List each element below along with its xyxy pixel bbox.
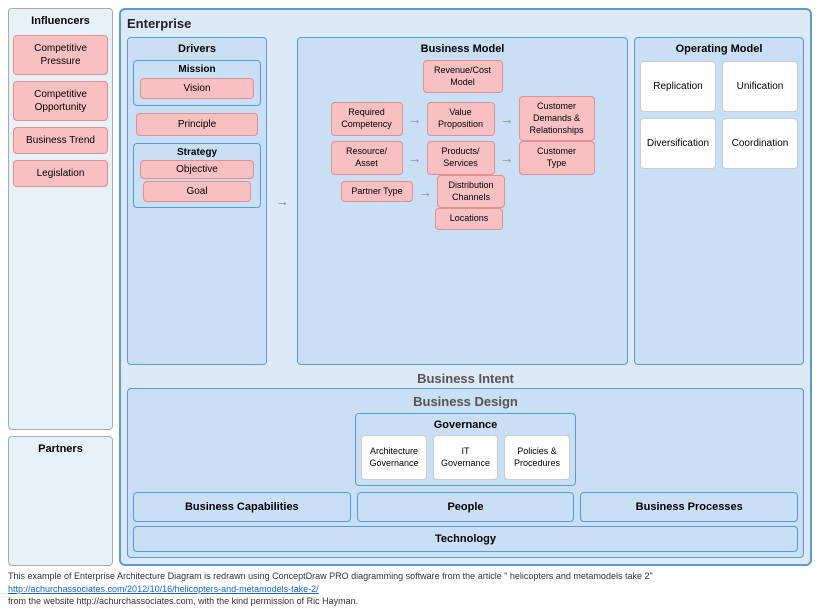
enterprise-box: Enterprise Drivers Mission Vision Princi…: [119, 8, 812, 566]
drivers-title: Drivers: [133, 43, 261, 55]
technology-bar: Technology: [133, 526, 798, 552]
governance-area: Governance ArchitectureGovernance IT Gov…: [133, 413, 798, 486]
om-coordination: Coordination: [722, 118, 798, 169]
bm-layout: Revenue/CostModel RequiredCompetency → V…: [303, 60, 622, 376]
people: People: [357, 492, 575, 522]
business-model-column: Business Model Revenue/CostModel Require…: [297, 37, 628, 365]
left-panel: Influencers CompetitivePressure Competit…: [8, 8, 113, 566]
strategy-section: Strategy Objective Goal: [133, 143, 261, 208]
om-replication: Replication: [640, 61, 716, 112]
business-processes: Business Processes: [580, 492, 798, 522]
objective-box: Objective: [140, 160, 254, 179]
main-wrapper: Influencers CompetitivePressure Competit…: [0, 0, 820, 616]
business-capabilities: Business Capabilities: [133, 492, 351, 522]
arrow5: →: [416, 184, 434, 200]
business-design-box: Business Design Governance ArchitectureG…: [127, 388, 804, 558]
gov-architecture: ArchitectureGovernance: [361, 435, 426, 480]
partners-title: Partners: [38, 443, 83, 455]
bm-required-competency: RequiredCompetency: [331, 102, 403, 135]
arrow2: →: [498, 111, 516, 127]
bm-value-prop: ValueProposition: [427, 102, 495, 135]
right-panel: Enterprise Drivers Mission Vision Princi…: [119, 8, 812, 566]
influencers-title: Influencers: [13, 15, 108, 27]
drivers-to-bm-arrow: →: [273, 37, 291, 365]
gov-it: IT Governance: [433, 435, 498, 480]
om-diversification: Diversification: [640, 118, 716, 169]
bd-title: Business Design: [133, 394, 798, 409]
inf-item-business-trend: Business Trend: [13, 127, 108, 154]
diagram-area: Influencers CompetitivePressure Competit…: [8, 8, 812, 566]
bm-resource-asset: Resource/Asset: [331, 141, 403, 174]
bm-products-services: Products/Services: [427, 141, 495, 174]
footer-text1: This example of Enterprise Architecture …: [8, 571, 653, 581]
bd-inner: Governance ArchitectureGovernance IT Gov…: [133, 413, 798, 552]
partners-box: Partners: [8, 436, 113, 566]
arrow1: →: [406, 111, 424, 127]
footer: This example of Enterprise Architecture …: [8, 570, 812, 608]
bottom-section: Business Capabilities People Business Pr…: [133, 486, 798, 552]
business-intent-row: Drivers Mission Vision Principle Strateg…: [127, 37, 804, 365]
drivers-column: Drivers Mission Vision Principle Strateg…: [127, 37, 267, 365]
bm-title: Business Model: [303, 43, 622, 55]
mission-box: Mission Vision: [133, 60, 261, 106]
bm-customer-demands: CustomerDemands &Relationships: [519, 96, 595, 141]
governance-title: Governance: [361, 419, 569, 431]
governance-grid: ArchitectureGovernance IT Governance Pol…: [361, 435, 569, 480]
bm-row1: RequiredCompetency → ValueProposition → …: [303, 96, 622, 141]
mission-label: Mission: [137, 64, 257, 75]
bm-row3: Partner Type → DistributionChannels: [303, 175, 622, 208]
gov-policies: Policies &Procedures: [504, 435, 569, 480]
inf-item-legislation: Legislation: [13, 160, 108, 187]
arrow4: →: [498, 150, 516, 166]
governance-box: Governance ArchitectureGovernance IT Gov…: [355, 413, 575, 486]
bm-distribution: DistributionChannels: [437, 175, 505, 208]
strategy-label: Strategy: [137, 147, 257, 158]
bm-row2: Resource/Asset → Products/Services → Cus…: [303, 141, 622, 174]
bm-locations: Locations: [435, 208, 503, 230]
inf-item-competitive-pressure: CompetitivePressure: [13, 35, 108, 75]
arrow3: →: [406, 150, 424, 166]
footer-text2: from the website http://achurchassociate…: [8, 596, 358, 606]
goal-box: Goal: [143, 181, 251, 202]
inf-item-competitive-opportunity: CompetitiveOpportunity: [13, 81, 108, 121]
principle-box: Principle: [136, 113, 258, 136]
vision-box: Vision: [140, 78, 254, 99]
operating-model-column: Operating Model Replication Unification …: [634, 37, 804, 365]
bm-revenue-cost: Revenue/CostModel: [423, 60, 503, 93]
bm-row4: Locations: [303, 208, 622, 230]
bm-customer-type: CustomerType: [519, 141, 595, 174]
om-unification: Unification: [722, 61, 798, 112]
influencers-box: Influencers CompetitivePressure Competit…: [8, 8, 113, 430]
enterprise-title: Enterprise: [127, 16, 804, 31]
bm-partner-type: Partner Type: [341, 181, 413, 203]
footer-link[interactable]: http://achurchassociates.com/2012/10/16/…: [8, 584, 319, 594]
om-grid: Replication Unification Diversification …: [640, 61, 798, 169]
bottom-caps-row: Business Capabilities People Business Pr…: [133, 492, 798, 522]
om-title: Operating Model: [640, 43, 798, 55]
